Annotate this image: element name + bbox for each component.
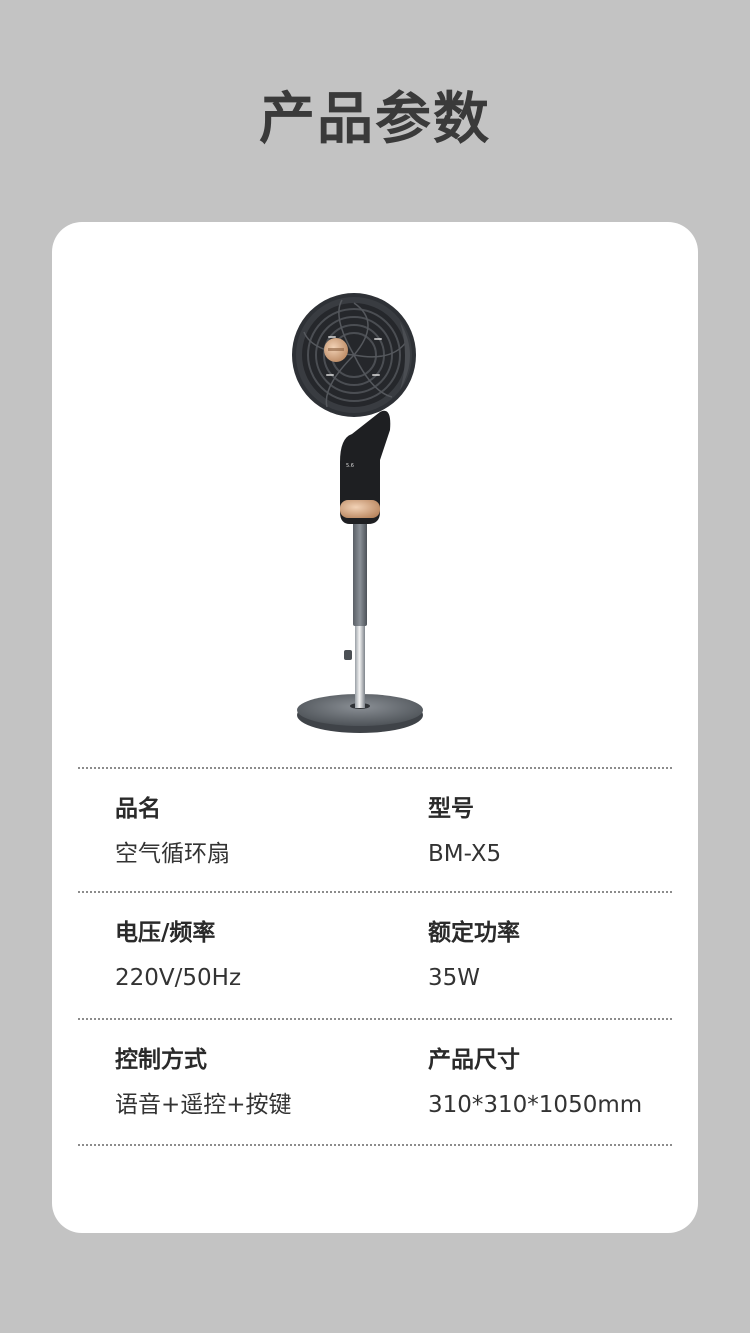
spec-label: 型号 xyxy=(428,796,474,822)
spec-item-model: 型号 BM-X5 xyxy=(428,794,718,869)
spec-label: 额定功率 xyxy=(428,920,520,946)
divider xyxy=(78,767,672,769)
spec-value: 220V/50Hz xyxy=(115,965,242,991)
divider xyxy=(78,1144,672,1146)
svg-text:5.6: 5.6 xyxy=(346,463,354,469)
spec-item-size: 产品尺寸 310*310*1050mm xyxy=(428,1045,718,1120)
spec-item-control: 控制方式 语音+遥控+按键 xyxy=(115,1045,405,1120)
divider xyxy=(78,1018,672,1020)
spec-value: BM-X5 xyxy=(428,841,502,867)
spec-card: 5.6 品名 空气循环扇 型号 BM-X5 电压/频率 220V/50Hz 额定… xyxy=(52,222,698,1233)
spec-item-power: 额定功率 35W xyxy=(428,918,718,993)
spec-value: 310*310*1050mm xyxy=(428,1092,643,1118)
spec-row: 控制方式 语音+遥控+按键 产品尺寸 310*310*1050mm xyxy=(52,1045,698,1141)
spec-row: 品名 空气循环扇 型号 BM-X5 xyxy=(52,794,698,890)
fan-product-image: 5.6 xyxy=(292,293,423,733)
spec-label: 品名 xyxy=(115,796,161,822)
spec-row: 电压/频率 220V/50Hz 额定功率 35W xyxy=(52,918,698,1014)
spec-value: 空气循环扇 xyxy=(115,841,230,867)
spec-value: 语音+遥控+按键 xyxy=(115,1092,292,1118)
spec-label: 控制方式 xyxy=(115,1047,207,1073)
spec-item-name: 品名 空气循环扇 xyxy=(115,794,405,869)
page-title: 产品参数 xyxy=(259,87,491,152)
spec-label: 电压/频率 xyxy=(115,920,216,946)
divider xyxy=(78,891,672,893)
spec-item-voltage: 电压/频率 220V/50Hz xyxy=(115,918,405,993)
spec-value: 35W xyxy=(428,965,481,991)
spec-label: 产品尺寸 xyxy=(428,1047,520,1073)
